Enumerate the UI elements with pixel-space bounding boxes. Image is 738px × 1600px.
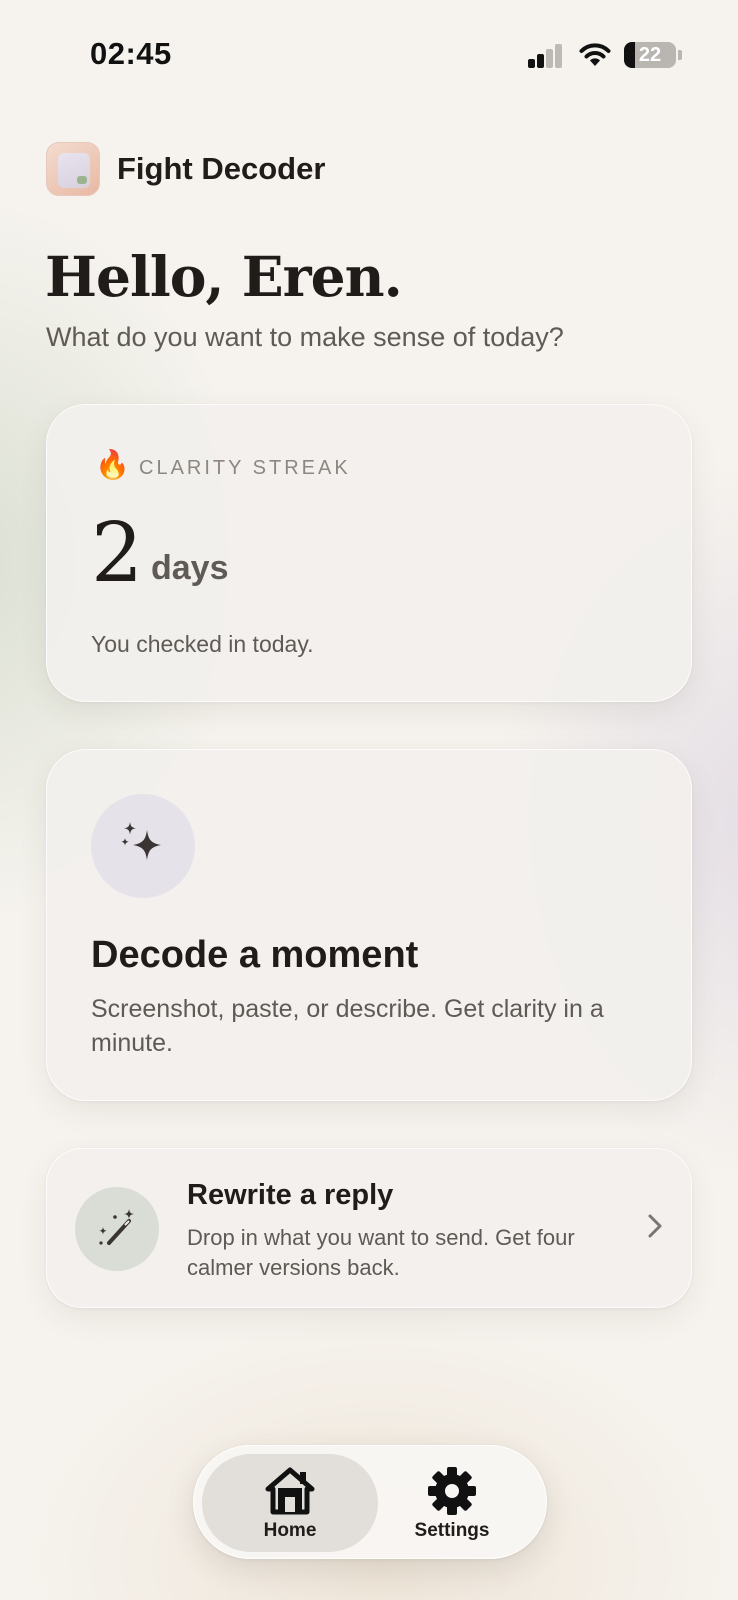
streak-value: 2 (91, 506, 144, 601)
cellular-signal-icon (528, 44, 564, 68)
tab-settings-label: Settings (414, 1520, 490, 1541)
status-time: 02:45 (90, 36, 172, 71)
rewrite-title: Rewrite a reply (187, 1179, 394, 1211)
decode-description: Screenshot, paste, or describe. Get clar… (91, 995, 604, 1057)
battery-icon: 22 (624, 42, 676, 68)
tab-home[interactable]: Home (202, 1454, 378, 1552)
decode-title: Decode a moment (91, 934, 419, 976)
gear-icon (428, 1467, 476, 1515)
wifi-icon (579, 43, 611, 66)
chevron-right-icon (648, 1214, 662, 1238)
home-icon (265, 1467, 315, 1515)
rewrite-reply-card[interactable]: Rewrite a reply Drop in what you want to… (46, 1148, 692, 1308)
rewrite-description: Drop in what you want to send. Get four … (187, 1225, 575, 1280)
streak-note: You checked in today. (91, 631, 314, 657)
streak-unit: days (151, 549, 229, 587)
sparkles-icon (91, 794, 195, 898)
tab-home-label: Home (263, 1520, 317, 1541)
battery-level: 22 (638, 44, 662, 66)
magic-wand-icon (75, 1187, 159, 1271)
fire-icon: 🔥 (95, 449, 130, 480)
app-name: Fight Decoder (117, 151, 326, 186)
greeting-subtitle: What do you want to make sense of today? (46, 322, 564, 352)
greeting-title: Hello, Eren. (45, 244, 403, 309)
streak-label: CLARITY STREAK (139, 457, 351, 479)
decode-moment-card[interactable]: Decode a moment Screenshot, paste, or de… (46, 749, 692, 1101)
battery-cap (678, 50, 682, 60)
clarity-streak-card: 🔥 CLARITY STREAK 2 days You checked in t… (46, 404, 692, 702)
status-bar: 02:45 22 (0, 0, 738, 100)
tab-settings[interactable]: Settings (364, 1454, 540, 1552)
app-logo-icon (46, 142, 100, 196)
tab-bar: Home Settings (193, 1445, 547, 1559)
